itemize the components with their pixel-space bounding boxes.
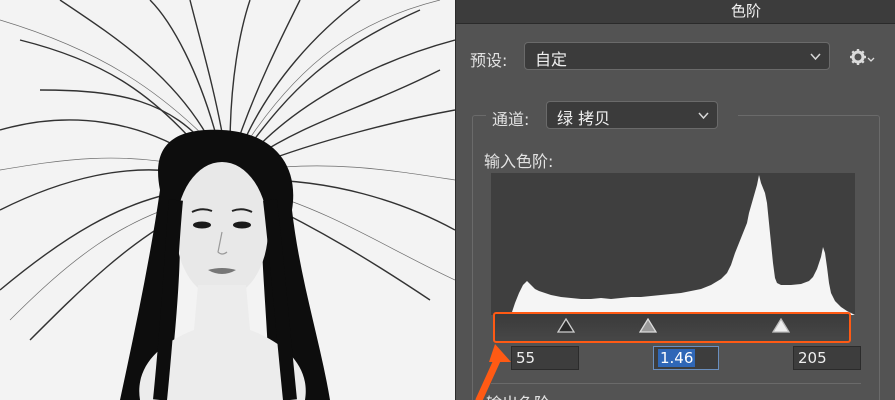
dialog-title: 色阶 xyxy=(730,2,761,20)
gear-icon[interactable] xyxy=(849,46,875,68)
chevron-down-icon xyxy=(698,112,709,120)
slider-highlight-box xyxy=(493,312,851,343)
preset-label: 预设: xyxy=(470,51,508,70)
orange-arrow-icon xyxy=(475,344,511,400)
gamma-input[interactable]: 1.46 xyxy=(653,346,719,370)
dialog-titlebar: 色阶 xyxy=(456,0,895,24)
gamma-input-value: 1.46 xyxy=(658,349,696,367)
hair-portrait-image xyxy=(0,0,455,400)
preset-value: 自定 xyxy=(535,50,568,69)
channel-select[interactable]: 绿 拷贝 xyxy=(546,101,718,129)
histogram-graph xyxy=(491,175,855,315)
histogram xyxy=(491,173,855,315)
preset-select[interactable]: 自定 xyxy=(524,42,830,70)
white-point-input[interactable]: 205 xyxy=(793,346,861,370)
section-divider xyxy=(491,383,861,384)
channel-value: 绿 拷贝 xyxy=(557,109,611,128)
channel-label: 通道: xyxy=(492,110,530,129)
chevron-down-icon xyxy=(810,53,821,61)
image-canvas xyxy=(0,0,455,400)
channel-row: 通道: 绿 拷贝 xyxy=(486,101,738,131)
levels-dialog: 色阶 预设: 自定 通道: 绿 拷贝 输入色阶: 55 1.46 205 xyxy=(455,0,895,400)
input-levels-label: 输入色阶: xyxy=(484,152,554,171)
black-point-input[interactable]: 55 xyxy=(511,346,579,370)
